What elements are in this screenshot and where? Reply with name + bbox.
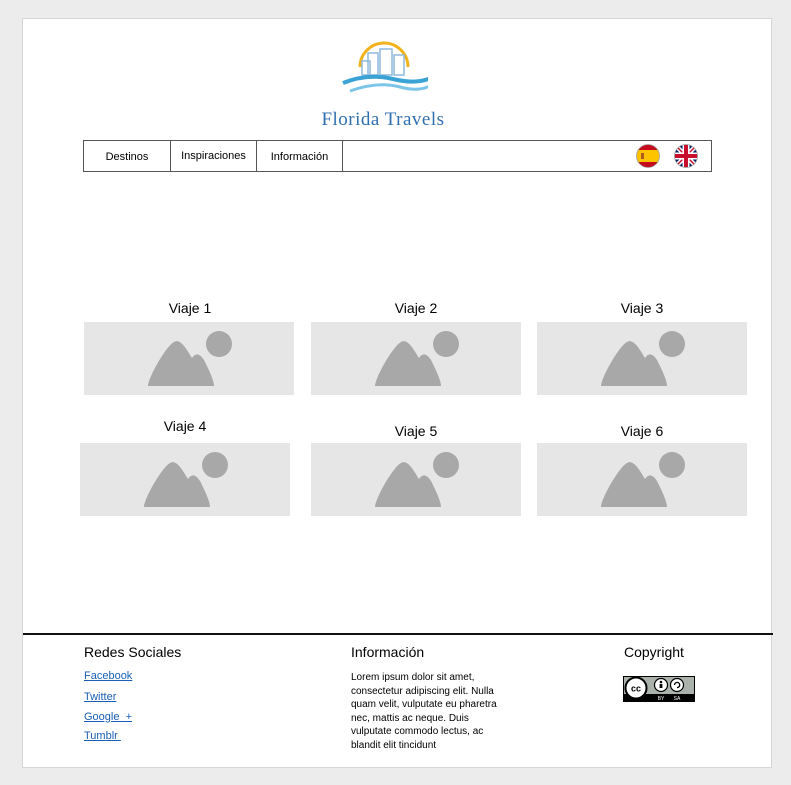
trip-image-placeholder[interactable]	[311, 443, 521, 516]
nav-item-label: Información	[270, 151, 329, 163]
info-heading: Información	[351, 644, 425, 660]
brand-name: Florida Travels	[321, 109, 445, 130]
trip-title: Viaje 4	[163, 418, 207, 434]
nav-item-label: Destinos	[105, 151, 149, 163]
trip-image-placeholder[interactable]	[84, 322, 294, 395]
svg-text:cc: cc	[631, 684, 641, 694]
image-placeholder-icon	[375, 331, 459, 386]
image-placeholder-icon	[148, 331, 232, 386]
cc-badge-right-label: SA	[674, 696, 681, 702]
social-heading: Redes Sociales	[84, 644, 182, 660]
trip-title: Viaje 5	[394, 423, 438, 439]
nav-item-label: Inspiraciones	[181, 150, 246, 162]
uk-flag-icon[interactable]	[674, 144, 698, 168]
spain-flag-icon[interactable]	[636, 144, 660, 168]
logo-icon	[342, 41, 428, 93]
trip-image-placeholder[interactable]	[311, 322, 521, 395]
page-container: Florida Travels Destinos Inspiraciones I…	[22, 18, 773, 768]
cc-badge-left-label: BY	[658, 696, 665, 702]
info-text: Lorem ipsum dolor sit amet, consectetur …	[351, 672, 497, 751]
trip-title: Viaje 3	[620, 300, 664, 316]
copyright-heading: Copyright	[624, 644, 684, 660]
google-plus-link[interactable]: Google +	[84, 711, 132, 723]
image-placeholder-icon	[601, 331, 685, 386]
trip-image-placeholder[interactable]	[80, 443, 290, 516]
main-nav: Destinos Inspiraciones Información	[83, 140, 712, 172]
nav-item-inspiraciones[interactable]: Inspiraciones	[171, 141, 257, 171]
trip-title: Viaje 6	[620, 423, 664, 439]
twitter-link[interactable]: Twitter	[84, 691, 116, 703]
brand-logo[interactable]: Florida Travels	[303, 39, 463, 131]
facebook-link[interactable]: Facebook	[84, 670, 132, 682]
trip-title: Viaje 1	[168, 300, 212, 316]
trip-title: Viaje 2	[394, 300, 438, 316]
nav-item-destinos[interactable]: Destinos	[84, 141, 171, 171]
tumblr-link[interactable]: Tumblr	[84, 730, 121, 742]
trip-image-placeholder[interactable]	[537, 443, 747, 516]
footer-divider	[23, 633, 773, 635]
image-placeholder-icon	[375, 452, 459, 507]
trip-image-placeholder[interactable]	[537, 322, 747, 395]
cc-by-sa-license-icon[interactable]: cc BY SA	[623, 676, 695, 702]
nav-item-informacion[interactable]: Información	[257, 141, 343, 171]
image-placeholder-icon	[601, 452, 685, 507]
image-placeholder-icon	[144, 452, 228, 507]
